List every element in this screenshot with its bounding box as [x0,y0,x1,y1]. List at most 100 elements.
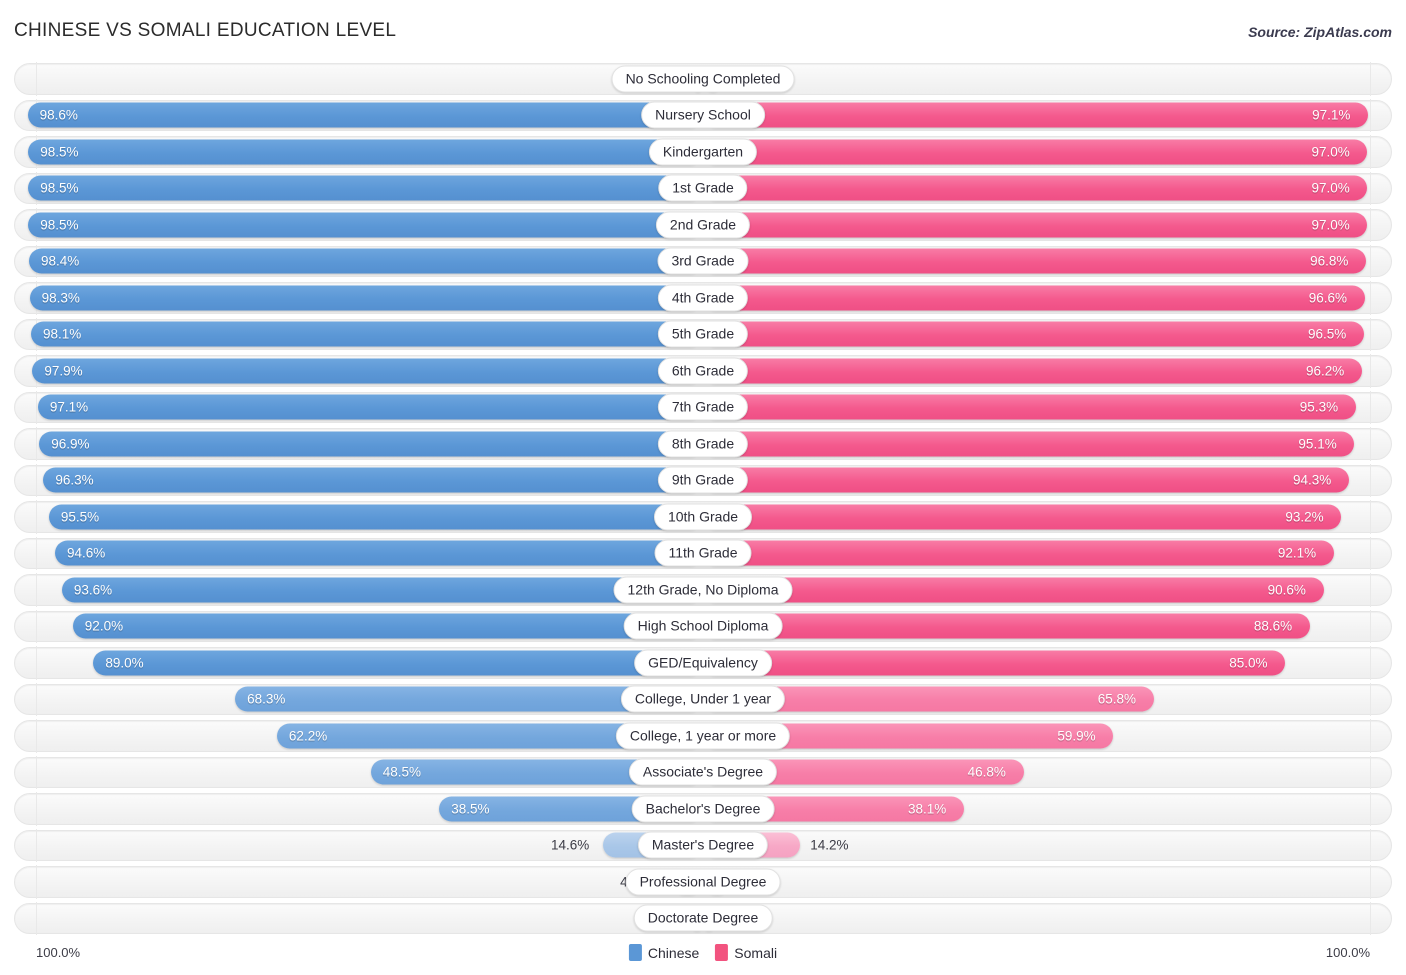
category-label: College, 1 year or more [615,722,791,750]
bar-somali[interactable] [703,102,1369,128]
chart-row: 94.6% 92.1% 11th Grade [0,536,1406,570]
category-label: 1st Grade [658,174,748,202]
bar-chinese[interactable] [29,285,703,311]
chart-row: 93.6% 90.6% 12th Grade, No Diploma [0,573,1406,607]
value-label-chinese: 96.3% [55,472,94,488]
bar-chinese[interactable] [48,504,703,530]
bar-somali[interactable] [703,139,1368,165]
bar-chinese[interactable] [43,467,703,493]
bar-chinese[interactable] [28,248,703,274]
value-label-chinese: 93.6% [73,582,113,598]
value-label-somali: 90.6% [1267,582,1306,598]
value-label-chinese: 98.1% [43,326,82,342]
bar-chinese[interactable] [72,613,703,639]
value-label-somali: 96.8% [1310,253,1349,269]
bar-somali[interactable] [703,467,1349,493]
bar-somali[interactable] [703,212,1368,238]
category-label: Doctorate Degree [633,904,773,932]
value-label-somali: 96.2% [1305,363,1345,379]
legend-swatch-icon [715,944,729,961]
category-label: Associate's Degree [628,758,778,786]
bar-chinese[interactable] [61,577,703,603]
chart-row: 89.0% 85.0% GED/Equivalency [0,646,1406,680]
value-label-chinese: 95.5% [60,509,100,525]
chart-row: 97.1% 95.3% 7th Grade [0,390,1406,424]
bar-chinese[interactable] [27,102,703,128]
value-label-chinese: 92.0% [84,618,124,634]
category-label: 2nd Grade [655,211,751,239]
value-label-somali: 65.8% [1097,691,1136,707]
category-label: Professional Degree [625,868,781,896]
bar-chinese[interactable] [54,540,703,566]
chart-row: 98.5% 97.0% 1st Grade [0,171,1406,205]
bar-somali[interactable] [703,321,1365,347]
bar-chinese[interactable] [93,650,703,676]
category-label: Nursery School [641,101,765,129]
bar-chinese[interactable] [31,321,703,347]
bar-somali[interactable] [703,577,1324,603]
chart-page: CHINESE VS SOMALI EDUCATION LEVEL Source… [0,0,1406,975]
value-label-chinese: 68.3% [247,691,286,707]
chart-row: 92.0% 88.6% High School Diploma [0,609,1406,643]
value-label-somali: 14.2% [810,837,849,853]
value-label-chinese: 98.5% [40,180,79,196]
diverging-bar-chart: 1.5%2.9%No Schooling Completed 98.6% 97.1%… [0,62,1406,938]
value-label-somali: 94.3% [1292,472,1332,488]
source-attribution: Source: ZipAtlas.com [1248,24,1392,40]
value-label-somali: 92.1% [1277,545,1317,561]
bar-chinese[interactable] [28,175,703,201]
category-label: Master's Degree [637,831,769,859]
value-label-somali: 85.0% [1229,655,1268,671]
chart-row: 96.3% 94.3% 9th Grade [0,463,1406,497]
value-label-somali: 96.5% [1308,326,1347,342]
category-label: 10th Grade [653,503,753,531]
chart-row: 38.5% 38.1% Bachelor's Degree [0,792,1406,826]
category-label: 11th Grade [654,539,752,567]
bar-somali[interactable] [703,504,1342,530]
header: CHINESE VS SOMALI EDUCATION LEVEL Source… [0,0,1406,60]
axis-label-left: 100.0% [36,945,81,960]
value-label-somali: 97.0% [1311,180,1350,196]
bar-somali[interactable] [703,431,1355,457]
bar-chinese[interactable] [32,358,703,384]
bar-chinese[interactable] [37,394,703,420]
chart-row: 98.5% 97.0% 2nd Grade [0,208,1406,242]
value-label-chinese: 98.6% [39,107,78,123]
bar-somali[interactable] [703,613,1310,639]
value-label-chinese: 48.5% [382,764,422,780]
value-label-chinese: 96.9% [51,436,90,452]
chart-row: 98.3% 96.6% 4th Grade [0,281,1406,315]
value-label-somali: 97.1% [1312,107,1351,123]
category-label: 6th Grade [657,357,749,385]
category-label: College, Under 1 year [620,685,786,713]
chart-row: 1.8%1.7%Doctorate Degree [0,901,1406,935]
chart-row: 98.5% 97.0% Kindergarten [0,135,1406,169]
value-label-somali: 88.6% [1253,618,1293,634]
bar-somali[interactable] [703,248,1367,274]
value-label-chinese: 97.1% [49,399,89,415]
legend-item[interactable]: Somali [715,944,777,961]
bar-somali[interactable] [703,650,1286,676]
bar-chinese[interactable] [28,212,703,238]
bar-somali[interactable] [703,285,1365,311]
bar-somali[interactable] [703,540,1334,566]
bar-chinese[interactable] [28,139,703,165]
bar-somali[interactable] [703,394,1356,420]
chart-row: 96.9% 95.1% 8th Grade [0,427,1406,461]
category-label: Bachelor's Degree [631,795,775,823]
category-label: 7th Grade [657,393,749,421]
value-label-somali: 95.1% [1298,436,1337,452]
category-label: 9th Grade [657,466,749,494]
value-label-chinese: 14.6% [550,837,590,853]
category-label: No Schooling Completed [611,65,795,93]
legend-item[interactable]: Chinese [628,944,699,961]
chart-row: 62.2% 59.9% College, 1 year or more [0,719,1406,753]
bar-somali[interactable] [703,358,1362,384]
legend-swatch-icon [628,944,642,961]
bar-somali[interactable] [703,175,1368,201]
chart-row: 98.1% 96.5% 5th Grade [0,317,1406,351]
bar-chinese[interactable] [39,431,703,457]
category-label: 4th Grade [657,284,749,312]
chart-footer: 100.0% Chinese Somali 100.0% [0,940,1406,975]
legend-label: Somali [734,944,778,961]
